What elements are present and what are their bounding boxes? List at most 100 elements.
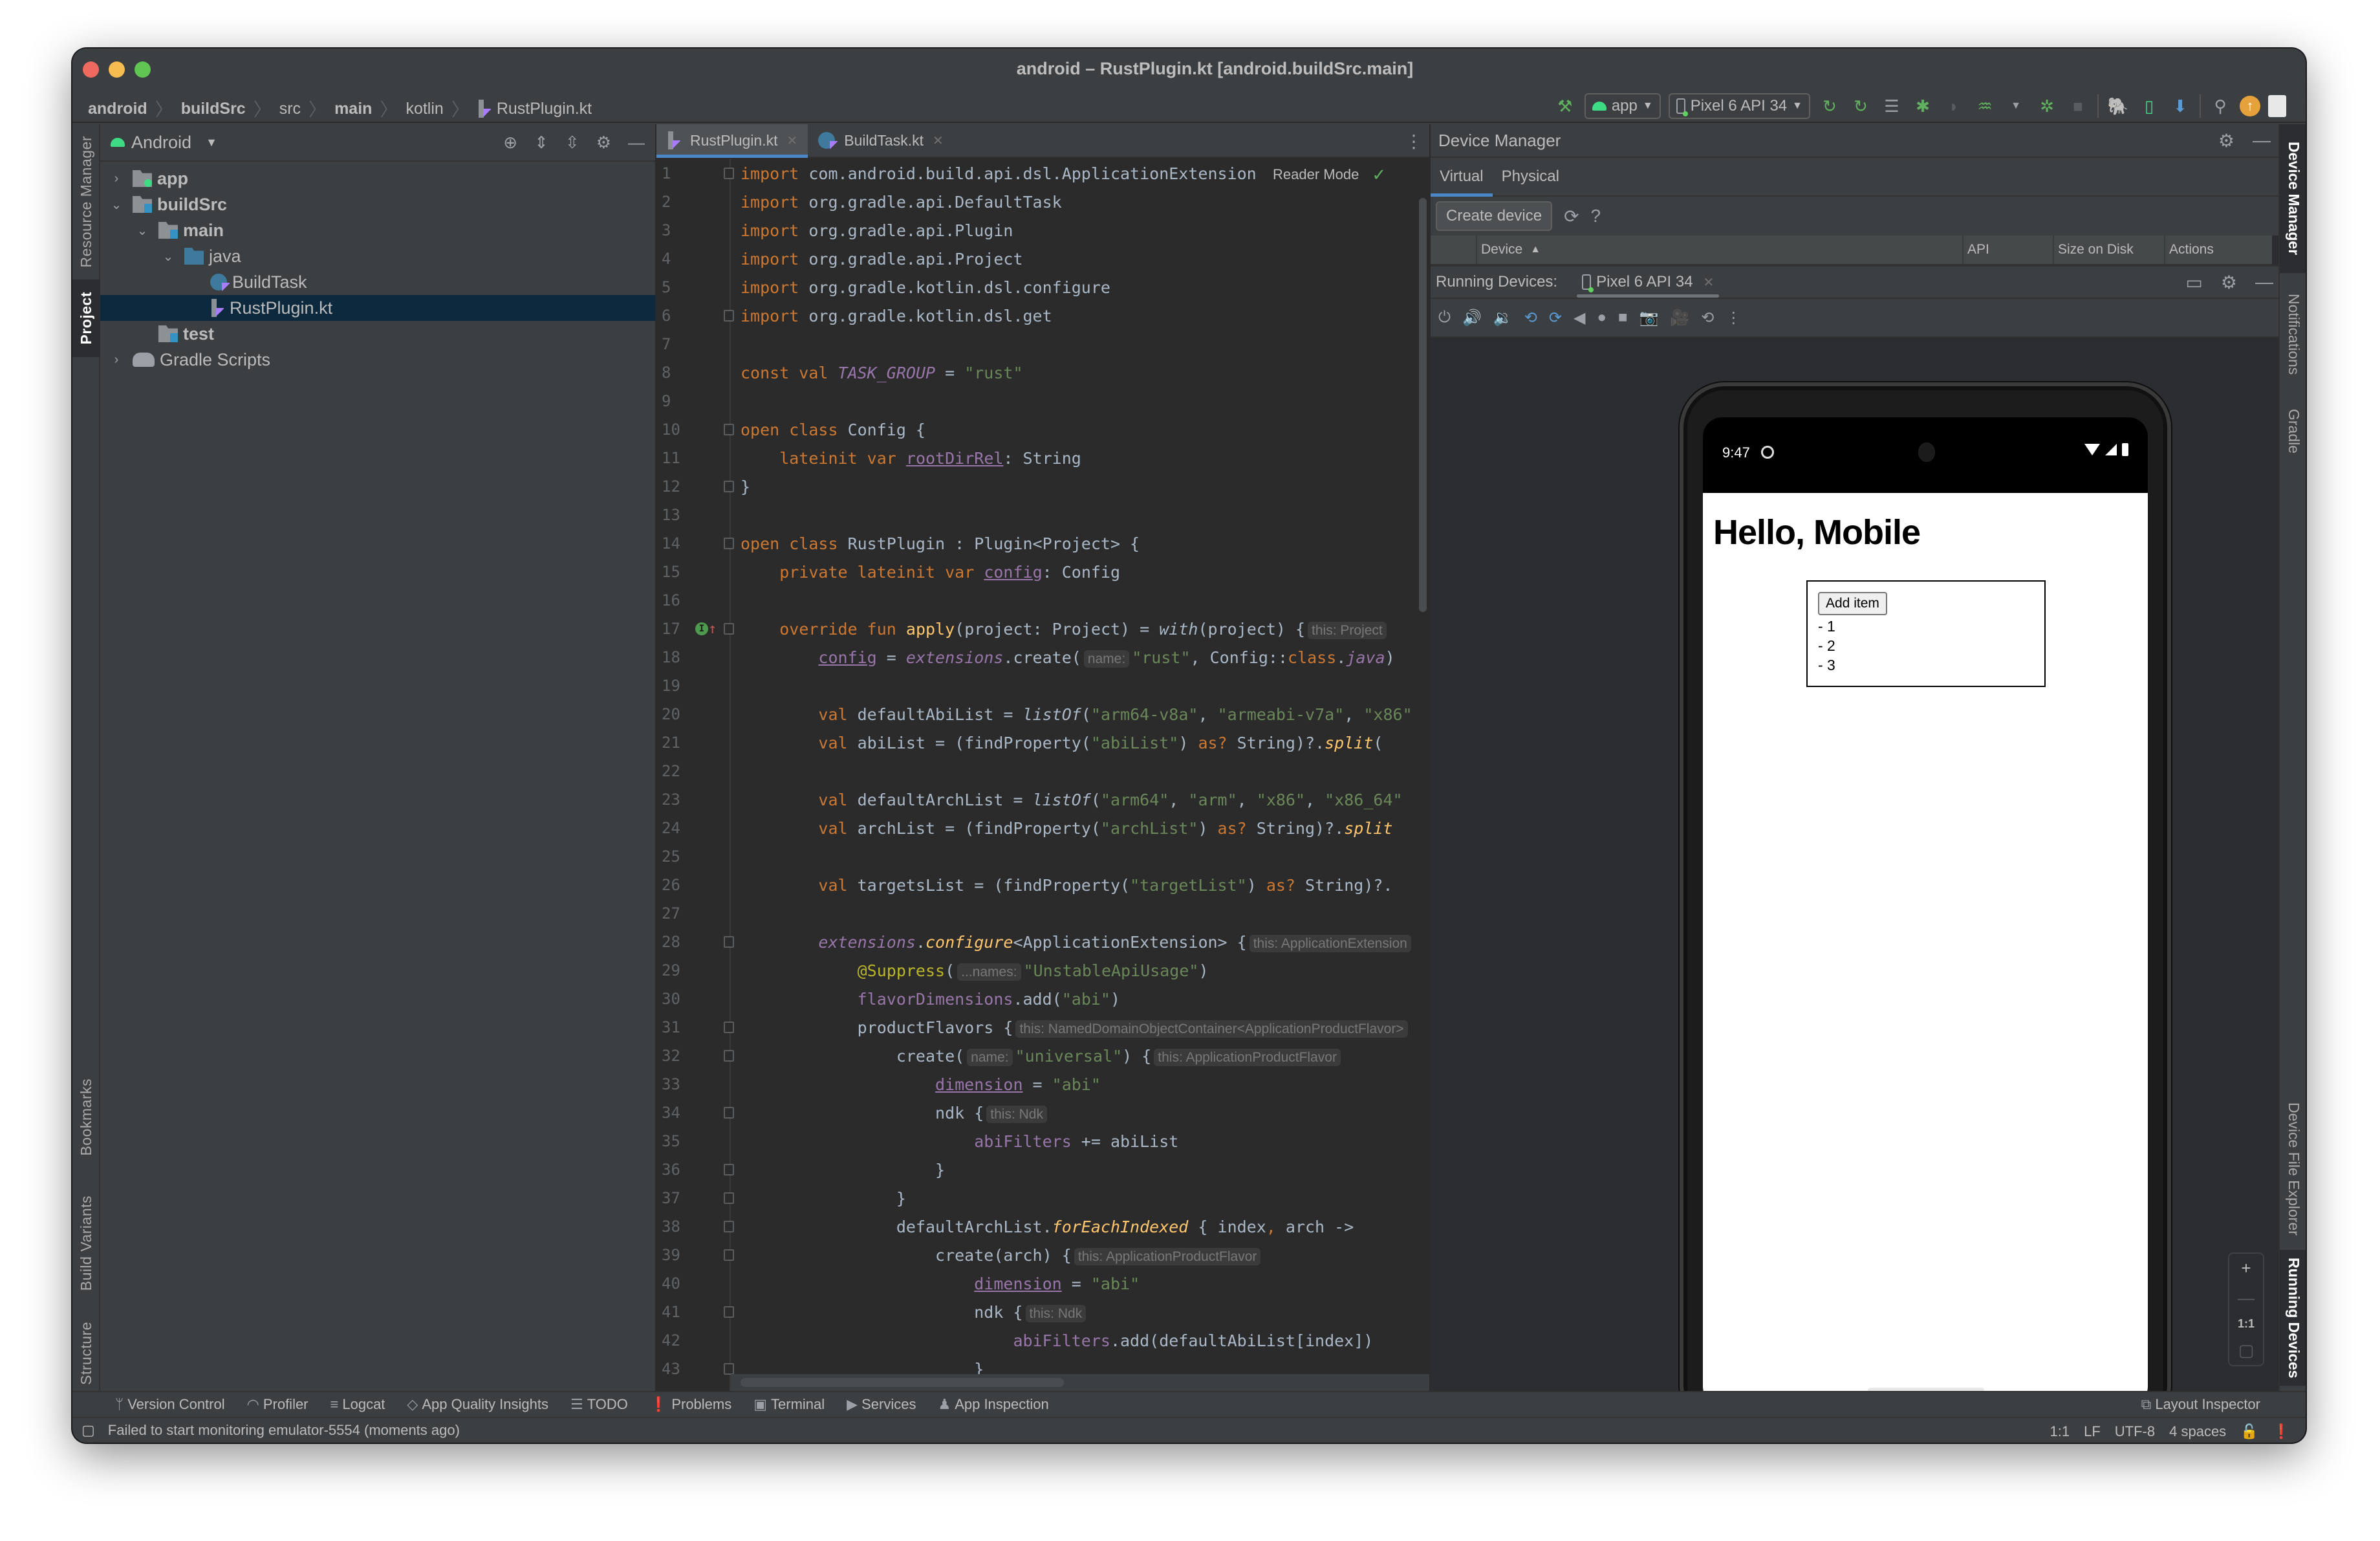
line-number[interactable]: 9 bbox=[662, 392, 687, 410]
stripe-bookmarks[interactable]: Bookmarks bbox=[72, 1062, 100, 1172]
line-number[interactable]: 4 bbox=[662, 250, 687, 268]
code-line[interactable]: 23 val defaultArchList = listOf("arm64",… bbox=[656, 785, 1429, 814]
fold-collapse-icon[interactable] bbox=[724, 1022, 734, 1033]
code-line[interactable]: 10 open class Config { bbox=[656, 415, 1429, 444]
line-number[interactable]: 19 bbox=[662, 677, 687, 695]
code-line[interactable]: 25 bbox=[656, 842, 1429, 871]
fold-collapse-icon[interactable] bbox=[724, 424, 734, 435]
volume-down-icon[interactable]: 🔉 bbox=[1493, 309, 1513, 327]
line-number[interactable]: 25 bbox=[662, 847, 687, 866]
code-line[interactable]: 4 import org.gradle.api.Project bbox=[656, 245, 1429, 273]
line-number[interactable]: 36 bbox=[662, 1161, 687, 1179]
collapse-all-icon[interactable]: ⇳ bbox=[565, 133, 579, 153]
tab-virtual[interactable]: Virtual bbox=[1431, 158, 1493, 197]
hide-panel-icon[interactable]: — bbox=[2255, 272, 2273, 292]
apply-changes-icon[interactable]: ↻ bbox=[1849, 94, 1872, 118]
tree-item-gradle-scripts[interactable]: › Gradle Scripts bbox=[100, 347, 655, 373]
stripe-device-manager[interactable]: Device Manager bbox=[2280, 124, 2306, 273]
stripe-running-devices[interactable]: Running Devices bbox=[2280, 1250, 2306, 1386]
code-line[interactable]: 2 import org.gradle.api.DefaultTask bbox=[656, 188, 1429, 216]
line-number[interactable]: 17 bbox=[662, 620, 687, 638]
zoom-out-button[interactable]: — bbox=[2238, 1288, 2255, 1308]
code-line[interactable]: 40 dimension = "abi" bbox=[656, 1269, 1429, 1298]
fit-screen-icon[interactable]: ▢ bbox=[2238, 1340, 2255, 1361]
lock-icon[interactable]: 🔓 bbox=[2240, 1423, 2258, 1440]
sdk-manager-icon[interactable]: ⬇ bbox=[2169, 94, 2192, 118]
more-tabs-icon[interactable]: ⋮ bbox=[1405, 131, 1423, 152]
tree-item-app[interactable]: › app bbox=[100, 166, 655, 191]
fold-end-icon[interactable] bbox=[724, 310, 734, 322]
line-number[interactable]: 26 bbox=[662, 876, 687, 894]
tree-item-test[interactable]: test bbox=[100, 321, 655, 347]
tool-window-version-control[interactable]: ᛘ Version Control bbox=[115, 1396, 225, 1413]
code-line[interactable]: 24 val archList = (findProperty("archLis… bbox=[656, 814, 1429, 842]
line-number[interactable]: 18 bbox=[662, 648, 687, 666]
inspection-ok-icon[interactable]: ✓ bbox=[1372, 165, 1386, 185]
chevron-down-icon[interactable]: ⌄ bbox=[135, 223, 149, 239]
tree-item-buildtask[interactable]: BuildTask bbox=[100, 269, 655, 295]
line-number[interactable]: 41 bbox=[662, 1303, 687, 1321]
chevron-down-icon[interactable]: ▼ bbox=[2004, 94, 2028, 118]
toggle-tool-windows-icon[interactable]: ▢ bbox=[81, 1422, 95, 1439]
gear-icon[interactable]: ⚙ bbox=[596, 133, 611, 153]
breadcrumb-buildsrc[interactable]: buildSrc bbox=[181, 100, 246, 118]
code-line[interactable]: 21 val abiList = (findProperty("abiList"… bbox=[656, 728, 1429, 757]
attach-debugger-icon[interactable]: ♒ bbox=[1973, 94, 1996, 118]
code-line[interactable]: 19 bbox=[656, 672, 1429, 700]
code-line[interactable]: 6 import org.gradle.kotlin.dsl.get bbox=[656, 301, 1429, 330]
tab-physical[interactable]: Physical bbox=[1493, 158, 1568, 195]
line-number[interactable]: 22 bbox=[662, 762, 687, 780]
stripe-notifications[interactable]: Notifications bbox=[2280, 279, 2306, 389]
build-hammer-icon[interactable]: ⚒ bbox=[1553, 94, 1577, 118]
line-number[interactable]: 37 bbox=[662, 1189, 687, 1207]
line-number[interactable]: 1 bbox=[662, 164, 687, 182]
code-line[interactable]: 37 } bbox=[656, 1184, 1429, 1212]
fold-collapse-icon[interactable] bbox=[724, 1249, 734, 1261]
line-number[interactable]: 27 bbox=[662, 904, 687, 923]
stripe-build-variants[interactable]: Build Variants bbox=[72, 1185, 100, 1302]
code-line[interactable]: 35 abiFilters += abiList bbox=[656, 1127, 1429, 1155]
code-line[interactable]: 20 val defaultAbiList = listOf("arm64-v8… bbox=[656, 700, 1429, 728]
tool-window-services[interactable]: ▶ Services bbox=[847, 1396, 916, 1413]
line-number[interactable]: 34 bbox=[662, 1104, 687, 1122]
tree-item-java[interactable]: ⌄ java bbox=[100, 243, 655, 269]
fold-end-icon[interactable] bbox=[724, 1164, 734, 1175]
snapshot-icon[interactable]: ⟲ bbox=[1701, 309, 1714, 327]
tab-rustplugin[interactable]: RustPlugin.kt ✕ bbox=[656, 124, 808, 158]
fold-collapse-icon[interactable] bbox=[724, 1306, 734, 1318]
profile-icon[interactable]: ◗ bbox=[1942, 94, 1965, 118]
tool-window-terminal[interactable]: ▣ Terminal bbox=[753, 1396, 825, 1413]
phone-screen[interactable]: 9:47 Hello, Mobile Add item - 1 - 2 - 3 bbox=[1703, 417, 2148, 1406]
breadcrumb-file[interactable]: RustPlugin.kt bbox=[497, 100, 592, 118]
code-line[interactable]: 13 bbox=[656, 501, 1429, 529]
tool-window-app-inspection[interactable]: ♟ App Inspection bbox=[938, 1396, 1048, 1413]
project-view-selector[interactable]: Android bbox=[131, 133, 191, 153]
column-size[interactable]: Size on Disk bbox=[2053, 235, 2164, 264]
power-icon[interactable]: ⏻ bbox=[1438, 309, 1451, 327]
code-line[interactable]: 34 ndk {this: Ndk bbox=[656, 1098, 1429, 1127]
line-number[interactable]: 31 bbox=[662, 1018, 687, 1036]
column-api[interactable]: API bbox=[1962, 235, 2053, 264]
stripe-gradle[interactable]: Gradle bbox=[2280, 396, 2306, 467]
implements-marker-icon[interactable]: I bbox=[695, 622, 708, 635]
line-number[interactable]: 43 bbox=[662, 1360, 687, 1378]
column-actions[interactable]: Actions bbox=[2164, 235, 2267, 264]
chevron-down-icon[interactable]: ⌄ bbox=[109, 197, 124, 213]
hide-panel-icon[interactable]: — bbox=[628, 133, 645, 153]
expand-all-icon[interactable]: ⇕ bbox=[534, 133, 548, 153]
code-line[interactable]: 11 lateinit var rootDirRel: String bbox=[656, 444, 1429, 472]
line-number[interactable]: 12 bbox=[662, 477, 687, 496]
line-number[interactable]: 21 bbox=[662, 734, 687, 752]
fold-end-icon[interactable] bbox=[724, 481, 734, 492]
more-icon[interactable]: ⋮ bbox=[1726, 309, 1741, 327]
add-item-button[interactable]: Add item bbox=[1818, 592, 1887, 615]
line-number[interactable]: 20 bbox=[662, 705, 687, 723]
close-tab-icon[interactable]: ✕ bbox=[787, 133, 798, 149]
rerun-icon[interactable]: ↻ bbox=[1818, 94, 1841, 118]
code-line[interactable]: 42 abiFilters.add(defaultAbiList[index]) bbox=[656, 1326, 1429, 1355]
line-separator[interactable]: LF bbox=[2084, 1423, 2101, 1440]
rotate-right-icon[interactable]: ⟳ bbox=[1549, 309, 1562, 327]
fold-collapse-icon[interactable] bbox=[724, 936, 734, 948]
tool-window-app-quality-insights[interactable]: ◇ App Quality Insights bbox=[407, 1396, 548, 1413]
apply-code-changes-icon[interactable]: ☰ bbox=[1880, 94, 1903, 118]
